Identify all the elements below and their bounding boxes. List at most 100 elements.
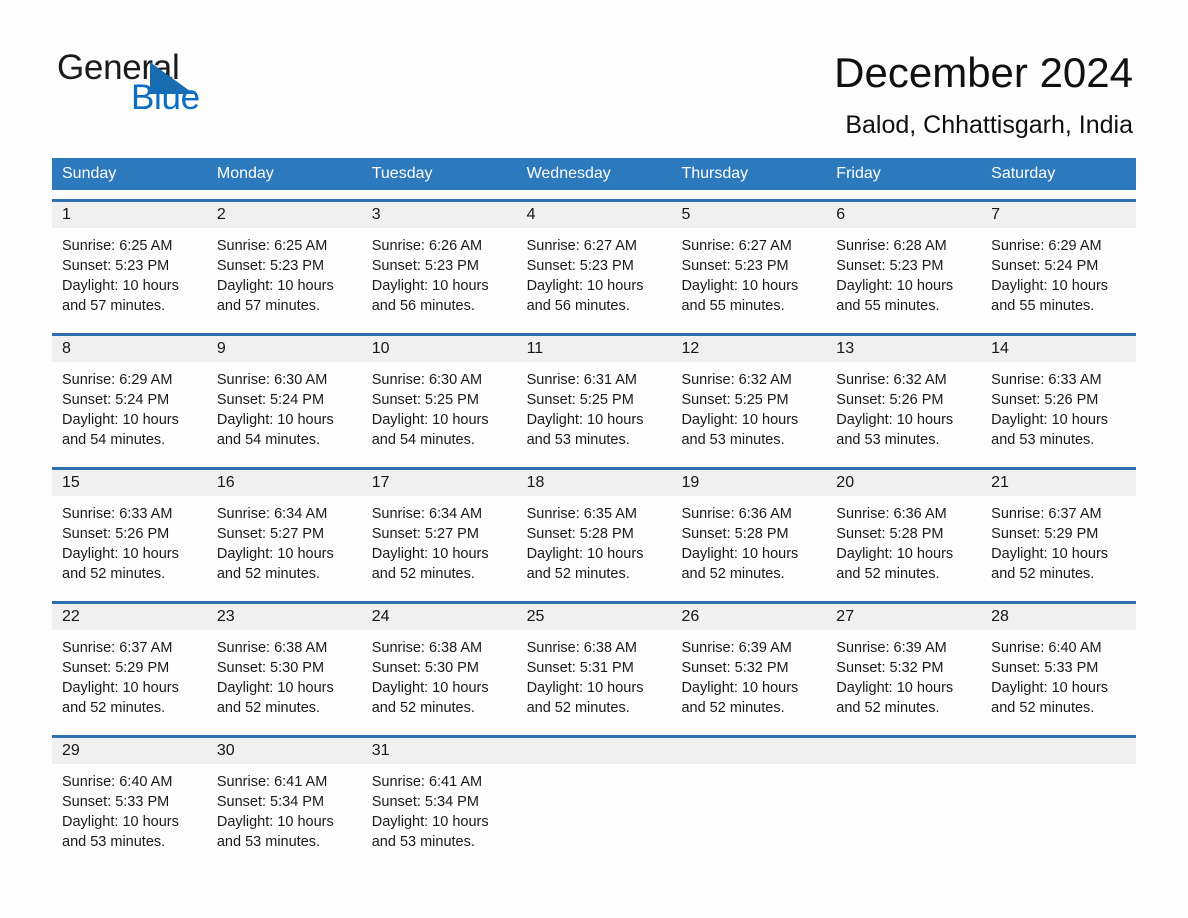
day-cell[interactable]: Sunrise: 6:35 AM Sunset: 5:28 PM Dayligh… — [517, 496, 672, 592]
day-number: 11 — [526, 340, 544, 357]
sunrise-text: Sunrise: 6:35 AM — [526, 506, 637, 522]
daylight-text-line1: Daylight: 10 hours — [62, 546, 179, 562]
day-number: 1 — [62, 206, 71, 223]
day-cell[interactable]: Sunrise: 6:41 AM Sunset: 5:34 PM Dayligh… — [207, 764, 362, 860]
sunset-text: Sunset: 5:31 PM — [526, 660, 634, 676]
sunset-text: Sunset: 5:30 PM — [216, 660, 325, 676]
sunset-text: Sunset: 5:24 PM — [62, 392, 170, 408]
daylight-text-line2: and 53 minutes. — [836, 432, 940, 448]
sunrise-text: Sunrise: 6:30 AM — [216, 372, 328, 388]
day-number: 7 — [991, 206, 1001, 223]
day-cell[interactable]: Sunrise: 6:30 AM Sunset: 5:25 PM Dayligh… — [362, 362, 517, 458]
sunrise-text: Sunrise: 6:40 AM — [62, 774, 173, 790]
daylight-text-line2: and 55 minutes. — [681, 298, 785, 314]
sunset-text: Sunset: 5:34 PM — [216, 794, 325, 810]
sunrise-text: Sunrise: 6:29 AM — [62, 372, 173, 388]
day-number: 9 — [216, 340, 226, 357]
calendar-grid: Sunday Monday Tuesday Wednesday Thursday… — [52, 158, 1136, 860]
generalblue-logo[interactable]: General Blue — [57, 50, 317, 116]
day-number: 15 — [62, 474, 80, 491]
day-cell[interactable]: Sunrise: 6:41 AM Sunset: 5:34 PM Dayligh… — [362, 764, 517, 860]
day-cell[interactable]: Sunrise: 6:38 AM Sunset: 5:31 PM Dayligh… — [517, 630, 672, 726]
daylight-text-line2: and 52 minutes. — [681, 700, 785, 716]
sunset-text: Sunset: 5:32 PM — [836, 660, 944, 676]
day-cell[interactable]: Sunrise: 6:39 AM Sunset: 5:32 PM Dayligh… — [671, 630, 826, 726]
daylight-text-line2: and 54 minutes. — [216, 432, 321, 448]
day-cell[interactable]: Sunrise: 6:33 AM Sunset: 5:26 PM Dayligh… — [981, 362, 1136, 458]
week-detail-row: Sunrise: 6:40 AM Sunset: 5:33 PM Dayligh… — [52, 764, 1136, 860]
daylight-text-line2: and 55 minutes. — [991, 298, 1095, 314]
logo-text-blue: Blue — [131, 78, 200, 117]
daylight-text-line1: Daylight: 10 hours — [216, 814, 334, 830]
day-cell[interactable]: Sunrise: 6:37 AM Sunset: 5:29 PM Dayligh… — [52, 630, 207, 726]
day-cell[interactable]: Sunrise: 6:38 AM Sunset: 5:30 PM Dayligh… — [207, 630, 362, 726]
day-number: 19 — [681, 474, 700, 491]
day-cell[interactable]: Sunrise: 6:34 AM Sunset: 5:27 PM Dayligh… — [207, 496, 362, 592]
day-cell[interactable]: Sunrise: 6:36 AM Sunset: 5:28 PM Dayligh… — [826, 496, 981, 592]
day-cell-empty — [517, 764, 672, 860]
daylight-text-line2: and 52 minutes. — [991, 566, 1095, 582]
day-cell[interactable]: Sunrise: 6:31 AM Sunset: 5:25 PM Dayligh… — [517, 362, 672, 458]
day-cell[interactable]: Sunrise: 6:26 AM Sunset: 5:23 PM Dayligh… — [362, 228, 517, 324]
sunrise-text: Sunrise: 6:41 AM — [371, 774, 483, 790]
day-cell[interactable]: Sunrise: 6:25 AM Sunset: 5:23 PM Dayligh… — [207, 228, 362, 324]
daylight-text-line1: Daylight: 10 hours — [681, 278, 799, 294]
week-detail-row: Sunrise: 6:33 AM Sunset: 5:26 PM Dayligh… — [52, 496, 1136, 592]
week-daynumber-bar: 22 23 24 25 26 27 28 — [52, 604, 1136, 630]
sunset-text: Sunset: 5:27 PM — [371, 526, 479, 542]
day-cell[interactable]: Sunrise: 6:34 AM Sunset: 5:27 PM Dayligh… — [362, 496, 517, 592]
day-cell[interactable]: Sunrise: 6:29 AM Sunset: 5:24 PM Dayligh… — [52, 362, 207, 458]
calendar-week-row: 29 30 31 Sunrise: 6:40 AM Sunset: 5:33 P… — [52, 735, 1136, 860]
week-daynumber-bar: 15 16 17 18 19 20 21 — [52, 470, 1136, 496]
day-cell[interactable]: Sunrise: 6:40 AM Sunset: 5:33 PM Dayligh… — [981, 630, 1136, 726]
sunrise-text: Sunrise: 6:31 AM — [526, 372, 637, 388]
sunset-text: Sunset: 5:23 PM — [836, 258, 944, 274]
day-cell[interactable]: Sunrise: 6:32 AM Sunset: 5:26 PM Dayligh… — [826, 362, 981, 458]
daylight-text-line2: and 52 minutes. — [836, 700, 940, 716]
sunrise-text: Sunrise: 6:29 AM — [991, 238, 1102, 254]
day-cell[interactable]: Sunrise: 6:32 AM Sunset: 5:25 PM Dayligh… — [671, 362, 826, 458]
day-cell[interactable]: Sunrise: 6:28 AM Sunset: 5:23 PM Dayligh… — [826, 228, 981, 324]
day-cell[interactable]: Sunrise: 6:25 AM Sunset: 5:23 PM Dayligh… — [52, 228, 207, 324]
title-block: December 2024 Balod, Chhattisgarh, India — [493, 48, 1133, 142]
day-cell[interactable]: Sunrise: 6:37 AM Sunset: 5:29 PM Dayligh… — [981, 496, 1136, 592]
day-number-empty — [981, 738, 1136, 764]
week-daynumber-bar: 1 2 3 4 5 6 7 — [52, 202, 1136, 228]
sunset-text: Sunset: 5:28 PM — [681, 526, 789, 542]
day-number: 26 — [681, 608, 700, 625]
day-cell-empty — [671, 764, 826, 860]
day-cell[interactable]: Sunrise: 6:27 AM Sunset: 5:23 PM Dayligh… — [671, 228, 826, 324]
sunset-text: Sunset: 5:23 PM — [371, 258, 479, 274]
sunset-text: Sunset: 5:24 PM — [216, 392, 325, 408]
daylight-text-line1: Daylight: 10 hours — [991, 680, 1109, 696]
daylight-text-line2: and 53 minutes. — [991, 432, 1095, 448]
sunrise-text: Sunrise: 6:36 AM — [681, 506, 792, 522]
day-cell[interactable]: Sunrise: 6:38 AM Sunset: 5:30 PM Dayligh… — [362, 630, 517, 726]
day-cell[interactable]: Sunrise: 6:36 AM Sunset: 5:28 PM Dayligh… — [671, 496, 826, 592]
sunset-text: Sunset: 5:32 PM — [681, 660, 789, 676]
daylight-text-line1: Daylight: 10 hours — [62, 412, 179, 428]
sunrise-text: Sunrise: 6:38 AM — [216, 640, 328, 656]
day-cell[interactable]: Sunrise: 6:33 AM Sunset: 5:26 PM Dayligh… — [52, 496, 207, 592]
day-cell[interactable]: Sunrise: 6:30 AM Sunset: 5:24 PM Dayligh… — [207, 362, 362, 458]
day-cell[interactable]: Sunrise: 6:27 AM Sunset: 5:23 PM Dayligh… — [517, 228, 672, 324]
day-cell[interactable]: Sunrise: 6:29 AM Sunset: 5:24 PM Dayligh… — [981, 228, 1136, 324]
day-number: 31 — [371, 742, 390, 759]
daylight-text-line2: and 54 minutes. — [371, 432, 475, 448]
daylight-text-line1: Daylight: 10 hours — [371, 546, 489, 562]
calendar-week-row: 22 23 24 25 26 27 28 Sunrise: 6:37 AM Su… — [52, 601, 1136, 726]
sunrise-text: Sunrise: 6:33 AM — [991, 372, 1102, 388]
daylight-text-line1: Daylight: 10 hours — [836, 278, 954, 294]
sunrise-text: Sunrise: 6:37 AM — [991, 506, 1102, 522]
sunrise-text: Sunrise: 6:28 AM — [836, 238, 947, 254]
day-number: 27 — [836, 608, 855, 625]
day-number: 22 — [62, 608, 80, 625]
daylight-text-line2: and 52 minutes. — [62, 700, 166, 716]
sunrise-text: Sunrise: 6:41 AM — [216, 774, 328, 790]
day-number: 3 — [371, 206, 381, 223]
daylight-text-line1: Daylight: 10 hours — [681, 680, 799, 696]
sunrise-text: Sunrise: 6:38 AM — [371, 640, 483, 656]
day-cell[interactable]: Sunrise: 6:40 AM Sunset: 5:33 PM Dayligh… — [52, 764, 207, 860]
day-cell[interactable]: Sunrise: 6:39 AM Sunset: 5:32 PM Dayligh… — [826, 630, 981, 726]
day-number: 4 — [526, 206, 536, 223]
